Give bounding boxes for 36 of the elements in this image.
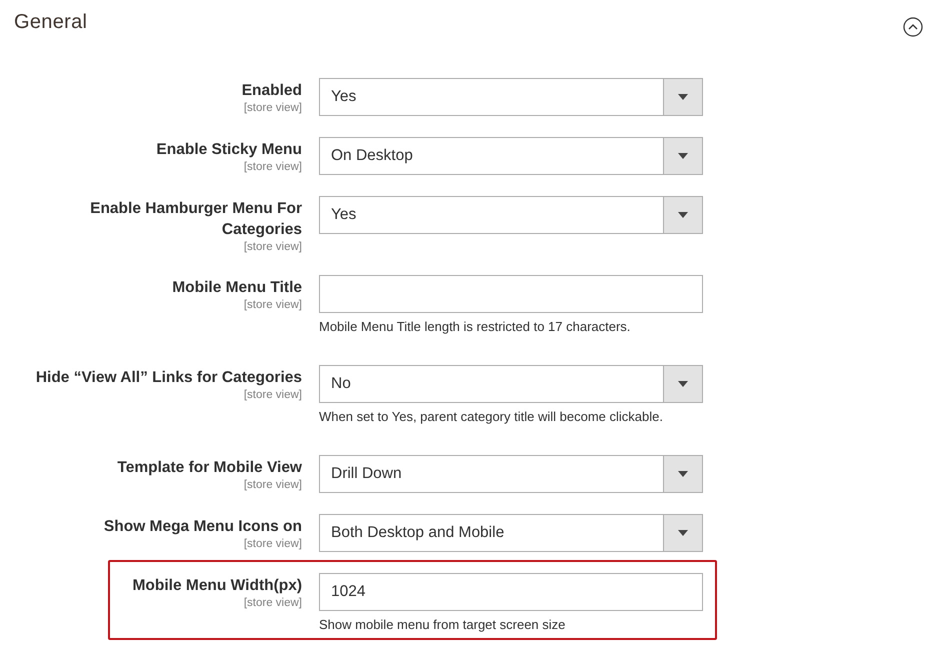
chevron-up-icon <box>903 17 923 37</box>
field-note: When set to Yes, parent category title will become clickable. <box>319 408 663 426</box>
caret-icon <box>678 530 688 536</box>
field-label: Enable Hamburger Menu For Categories <box>89 199 302 240</box>
scope-label: [store view] <box>244 537 302 551</box>
select-field[interactable]: Both Desktop and Mobile <box>319 514 703 552</box>
scope-label: [store view] <box>244 160 302 174</box>
caret-icon <box>678 471 688 477</box>
caret-icon <box>678 381 688 387</box>
field-label: Mobile Menu Title <box>172 278 302 298</box>
field-label: Enabled <box>242 81 302 101</box>
field-note: Show mobile menu from target screen size <box>319 616 566 634</box>
field-label: Show Mega Menu Icons on <box>104 517 302 537</box>
select-field[interactable]: Yes <box>319 78 703 116</box>
scope-label: [store view] <box>244 388 302 402</box>
caret-icon <box>678 94 688 100</box>
select-field[interactable]: No <box>319 365 703 403</box>
caret-icon <box>678 153 688 159</box>
field-label: Enable Sticky Menu <box>156 140 302 160</box>
field-label: Template for Mobile View <box>117 458 302 478</box>
section-title: General <box>14 10 88 34</box>
scope-label: [store view] <box>244 298 302 312</box>
select-field[interactable]: Yes <box>319 196 703 234</box>
text-field[interactable]: 1024 <box>319 573 703 611</box>
field-label: Hide “View All” Links for Categories <box>36 368 302 388</box>
scope-label: [store view] <box>244 240 302 254</box>
select-field[interactable]: On Desktop <box>319 137 703 175</box>
field-label: Mobile Menu Width(px) <box>132 576 302 596</box>
scope-label: [store view] <box>244 101 302 115</box>
caret-icon <box>678 212 688 218</box>
collapse-button[interactable] <box>903 17 923 37</box>
scope-label: [store view] <box>244 478 302 492</box>
scope-label: [store view] <box>244 596 302 610</box>
select-field[interactable]: Drill Down <box>319 455 703 493</box>
field-note: Mobile Menu Title length is restricted to 17 characters. <box>319 318 630 336</box>
text-field[interactable] <box>319 275 703 313</box>
